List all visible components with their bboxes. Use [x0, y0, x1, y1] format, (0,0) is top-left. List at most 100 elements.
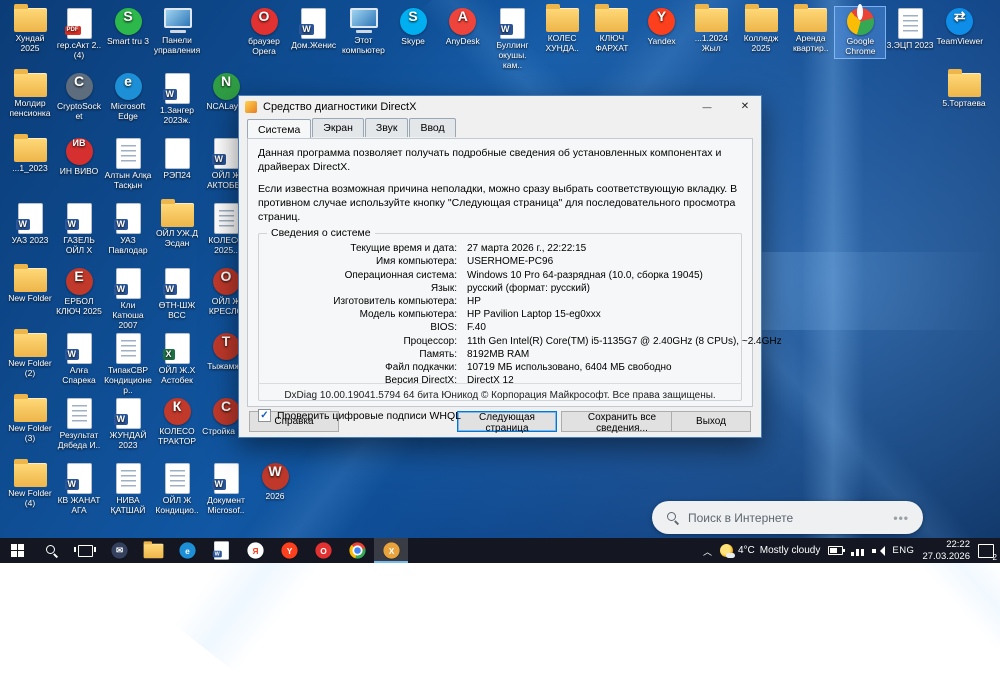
desktop-icon[interactable]: 3.ЭЦП 2023 — [884, 6, 936, 53]
desktop-icon[interactable]: ...1.2024 Жыл — [685, 4, 737, 56]
desktop-icon[interactable]: Панели управления — [151, 6, 203, 58]
desktop-icon[interactable]: W КВ ЖАНАТ АГА — [53, 461, 105, 518]
desktop-icon[interactable]: Google Chrome — [834, 4, 887, 59]
field-value: 11th Gen Intel(R) Core(TM) i5-1135G7 @ 2… — [467, 335, 782, 347]
volume-icon[interactable] — [872, 545, 886, 556]
desktop-icon[interactable]: ОЙЛ УЖ.Д Эсдан — [151, 199, 203, 251]
desktop-icon[interactable]: New Folder (4) — [4, 459, 56, 511]
close-button[interactable] — [729, 96, 761, 117]
desktop-icon[interactable]: S Smart tru 3 — [102, 6, 154, 49]
action-center-button[interactable]: 2 — [978, 543, 997, 562]
document-icon — [115, 333, 141, 364]
word-badge: W — [113, 284, 128, 295]
whql-checkbox-row[interactable]: Проверить цифровые подписи WHQL — [258, 409, 742, 423]
desktop-icon[interactable]: КОЛЕС ХУНДА.. — [536, 4, 588, 56]
desktop-icon-label: Результат Дябеда И.. — [57, 430, 101, 450]
desktop-icon[interactable]: W ӨТН-ШЖ ВСС — [151, 266, 203, 323]
mail-taskbar-button[interactable]: ✉ — [102, 538, 136, 563]
desktop-icon[interactable]: W Кли Катюша 2007 — [102, 266, 154, 332]
field-label: Память: — [419, 348, 457, 360]
desktop-icon[interactable]: C CryptoSocket — [53, 71, 105, 124]
desktop-icon[interactable]: W 2026 — [249, 461, 301, 504]
desktop-icon-label: КОЛЕС ХУНДА.. — [545, 33, 579, 53]
weather-widget[interactable]: 4°C Mostly cloudy — [719, 544, 820, 558]
task-view-button[interactable] — [68, 538, 102, 563]
desktop-icon[interactable]: ИВ ИН ВИВО — [53, 136, 105, 179]
desktop-icon[interactable]: New Folder (3) — [4, 394, 56, 446]
desktop-icon-label: CryptoSocket — [57, 101, 101, 121]
folder-icon — [744, 4, 778, 32]
word-taskbar-button[interactable]: W — [204, 538, 238, 563]
desktop-icon[interactable]: A AnyDesk — [437, 6, 489, 49]
desktop-icon[interactable]: НИВА ҚАТШАЙ — [102, 461, 154, 518]
desktop-icon[interactable]: S Skype — [387, 6, 439, 49]
desktop-icon[interactable]: New Folder (2) — [4, 329, 56, 381]
desktop-background[interactable]: Хундай 2025 PDF гер.сАкт 2.. (4) S Smart tru… — [0, 0, 1000, 673]
desktop-icon[interactable]: X ОЙЛ Ж.Х Астобек — [151, 331, 203, 388]
field-label: Процессор: — [403, 335, 457, 347]
desktop-icon[interactable]: Y Yandex — [636, 6, 688, 49]
language-indicator[interactable]: ENG — [892, 545, 914, 556]
file-explorer-taskbar-button[interactable] — [136, 538, 170, 563]
desktop-icon-label: Этот компьютер — [341, 35, 385, 55]
desktop-icon[interactable]: e Microsoft Edge — [102, 71, 154, 124]
search-button[interactable] — [34, 538, 68, 563]
desktop-icon[interactable]: 5.Тортаева — [938, 69, 990, 111]
desktop-icon[interactable]: W ЖУНДАЙ 2023 — [102, 396, 154, 453]
desktop-icon[interactable]: W 1.Зангер 2023ж. — [151, 71, 203, 128]
folder-icon — [160, 199, 194, 227]
search-pill-more-button[interactable]: ••• — [893, 511, 909, 525]
title-bar[interactable]: Средство диагностики DirectX — [239, 96, 761, 117]
folder-icon — [595, 4, 629, 32]
desktop-icon[interactable]: КЛЮЧ ФАРХАТ — [586, 4, 638, 56]
desktop-icon[interactable]: Результат Дябеда И.. — [53, 396, 105, 453]
desktop-icon[interactable]: Oбраузер Opera — [238, 6, 290, 59]
desktop-icon[interactable]: Аренда квартир.. — [785, 4, 837, 56]
yandex-taskbar-button[interactable]: Y — [272, 538, 306, 563]
desktop-icon[interactable]: W ГАЗЕЛЬ ОЙЛ X — [53, 201, 105, 258]
tab-Система[interactable]: Система — [247, 119, 312, 138]
desktop-icon[interactable]: New Folder — [4, 264, 56, 306]
web-search-pill[interactable]: Поиск в Интернете ••• — [652, 501, 923, 534]
desktop-icon[interactable]: К КОЛЕСО ТРАКТОР — [151, 396, 203, 449]
desktop-icon[interactable]: Е ЕРБОЛ КЛЮЧ 2025 — [53, 266, 105, 319]
desktop-icon[interactable]: Хундай 2025 — [4, 4, 56, 56]
desktop-icon[interactable]: Алтын Алқа Тасқын — [102, 136, 154, 193]
desktop-icon[interactable]: ТипакСВР Кондиционер.. — [102, 331, 154, 397]
desktop-icon-label: 1.Зангер 2023ж. — [159, 105, 194, 125]
desktop-icon[interactable]: PDF гер.сАкт 2.. (4) — [53, 6, 105, 63]
network-icon[interactable] — [851, 546, 864, 556]
desktop-icon[interactable]: ОЙЛ Ж Кондицио.. — [151, 461, 203, 518]
system-tray: ︿ 4°C Mostly cloudy ENG 22:22 27.03.2026… — [703, 538, 1000, 563]
taskbar-clock[interactable]: 22:22 27.03.2026 — [922, 539, 970, 562]
cryptosocket-icon: C — [65, 73, 93, 100]
tab-Ввод[interactable]: Ввод — [409, 118, 456, 137]
tab-Экран[interactable]: Экран — [312, 118, 364, 137]
desktop-icon[interactable]: Этот компьютер — [337, 6, 389, 58]
desktop-icon[interactable]: W Дом.Женис — [288, 6, 340, 53]
yandex-browser-taskbar-button[interactable]: Я — [238, 538, 272, 563]
chrome-browser-taskbar-button[interactable] — [340, 538, 374, 563]
opera-browser-taskbar-button[interactable]: O — [306, 538, 340, 563]
desktop-icon[interactable]: W Документ Microsof.. — [200, 461, 252, 518]
battery-icon[interactable] — [828, 546, 846, 555]
edge-browser-taskbar-button[interactable]: e — [170, 538, 204, 563]
minimize-button[interactable] — [691, 96, 723, 117]
desktop-icon[interactable]: Колледж 2025 — [735, 4, 787, 56]
clock-time: 22:22 — [946, 539, 970, 551]
dxdiag-window[interactable]: Средство диагностики DirectX СистемаЭкра… — [238, 95, 782, 438]
desktop-icon[interactable]: W Алға Спарека — [53, 331, 105, 388]
document-icon: W — [15, 203, 43, 234]
desktop-icon[interactable]: W Буллинг окушы. кам.. — [487, 6, 539, 72]
tray-overflow-chevron-icon[interactable]: ︿ — [703, 545, 712, 558]
desktop-icon[interactable]: W УАЗ Павлодар — [102, 201, 154, 258]
whql-checkbox[interactable] — [258, 409, 271, 423]
desktop-icon[interactable]: ⇄ TeamViewer — [934, 6, 986, 49]
desktop-icon[interactable]: ...1_2023 — [4, 134, 56, 176]
desktop-icon[interactable]: W УАЗ 2023 — [4, 201, 56, 248]
tab-Звук[interactable]: Звук — [364, 118, 409, 137]
desktop-icon[interactable]: Молдир пенсионка — [4, 69, 56, 121]
start-button[interactable] — [0, 538, 34, 563]
dxdiag-taskbar-button[interactable]: X — [374, 538, 408, 563]
desktop-icon[interactable]: РЭП24 — [151, 136, 203, 183]
